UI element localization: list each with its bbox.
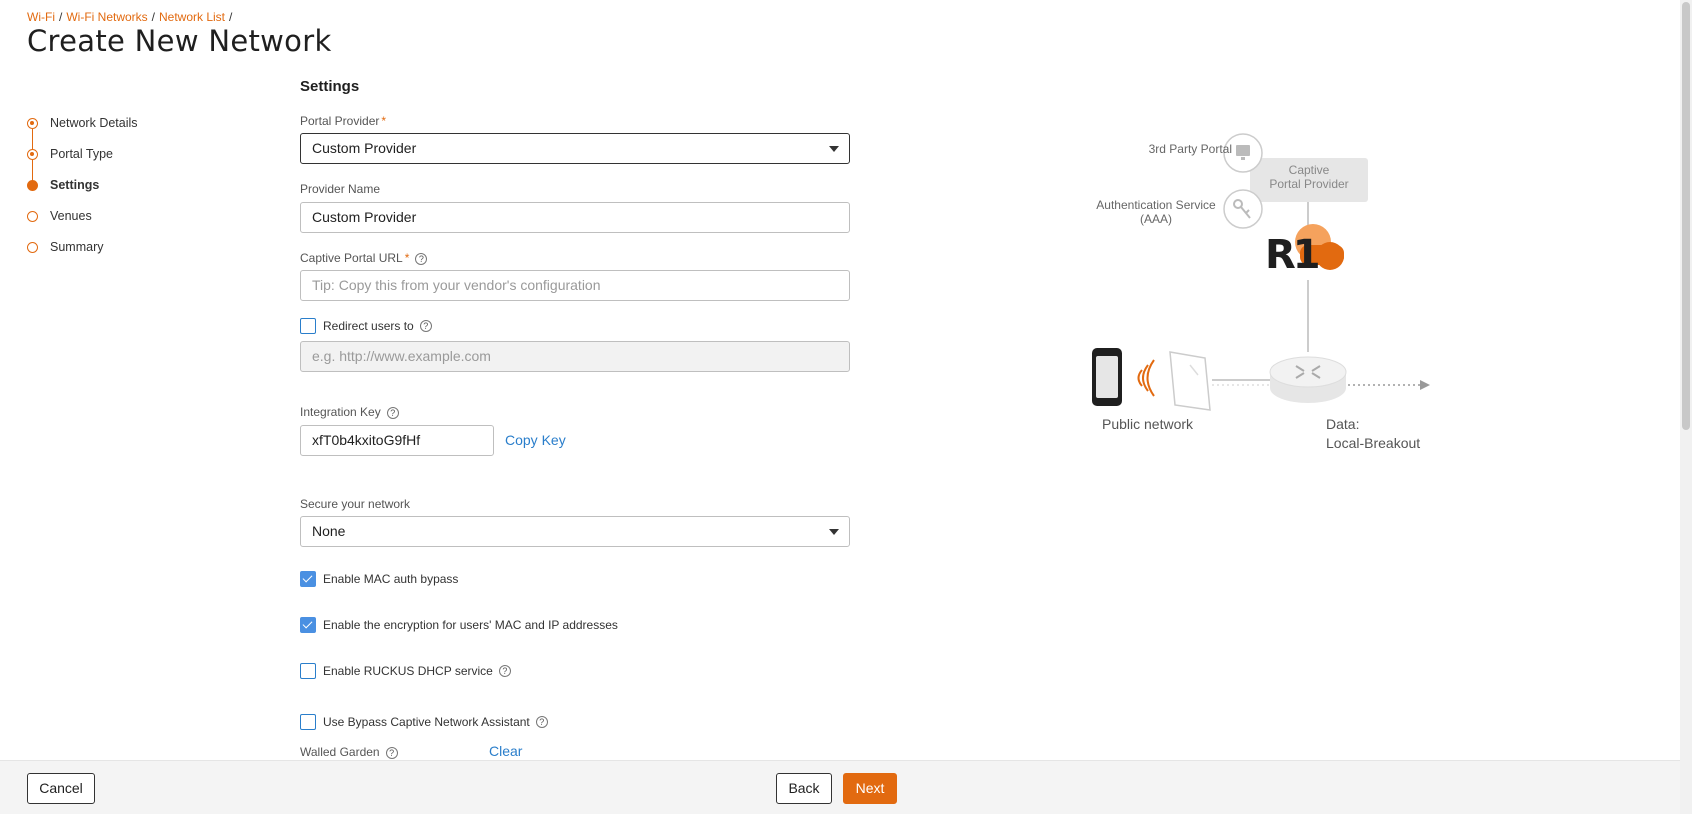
dhcp-row[interactable]: Enable RUCKUS DHCP service ?: [300, 663, 511, 679]
step-pending-dot: [27, 211, 38, 222]
copy-key-link[interactable]: Copy Key: [505, 432, 566, 448]
back-button[interactable]: Back: [776, 773, 832, 804]
settings-title: Settings: [300, 78, 360, 95]
scrollbar-thumb[interactable]: [1682, 2, 1690, 430]
page-scrollbar[interactable]: [1680, 0, 1692, 814]
help-icon[interactable]: ?: [415, 252, 428, 265]
step-label: Venues: [50, 209, 92, 223]
breadcrumb-separator: /: [58, 10, 63, 24]
network-diagram: R1 3rd Party Portal Authentication Servi…: [1080, 120, 1460, 460]
step-pending-dot: [27, 242, 38, 253]
router-icon: [1269, 356, 1347, 403]
bypass-cna-checkbox[interactable]: [300, 714, 316, 730]
secure-network-value: None: [312, 523, 346, 539]
wifi-signal-icon: [1137, 359, 1155, 397]
auth-service-label: Authentication Service (AAA): [1096, 198, 1216, 226]
data-breakout-label: Data: Local-Breakout: [1326, 416, 1421, 451]
cancel-button[interactable]: Cancel: [27, 773, 95, 804]
step-done-dot: [27, 149, 38, 160]
step-label: Settings: [50, 178, 100, 192]
breadcrumb: Wi-Fi / Wi-Fi Networks / Network List /: [27, 10, 236, 24]
help-icon[interactable]: ?: [419, 320, 432, 332]
redirect-users-checkbox[interactable]: [300, 318, 316, 334]
step-label: Portal Type: [50, 147, 114, 161]
key-icon: [1223, 189, 1263, 229]
page-title: Create New Network: [27, 24, 332, 58]
redirect-url-input: e.g. http://www.example.com: [300, 341, 850, 372]
walled-garden-label: Walled Garden?: [300, 745, 398, 759]
caret-down-icon: [829, 529, 839, 535]
captive-portal-label: Captive Portal Provider: [1269, 163, 1349, 191]
logo-r1-text: R1: [1265, 232, 1319, 278]
captive-portal-url-input[interactable]: Tip: Copy this from your vendor's config…: [300, 270, 850, 301]
r1-cloud-logo: R1: [1265, 224, 1344, 278]
breadcrumb-network-list[interactable]: Network List: [159, 10, 225, 24]
wizard-footer: Cancel Back Next: [0, 760, 1680, 814]
third-party-portal-label: 3rd Party Portal: [1148, 142, 1232, 156]
captive-portal-url-label: Captive Portal URL *?: [300, 251, 428, 265]
breadcrumb-separator: /: [151, 10, 155, 24]
provider-name-label: Provider Name: [300, 182, 381, 196]
redirect-users-label: Redirect users to: [323, 319, 414, 333]
help-icon[interactable]: ?: [535, 716, 548, 728]
mac-auth-bypass-checkbox[interactable]: [300, 571, 316, 587]
arrow-right-icon: [1420, 380, 1430, 390]
integration-key-input[interactable]: xfT0b4kxitoG9fHf: [300, 425, 494, 456]
mac-auth-bypass-row[interactable]: Enable MAC auth bypass: [300, 571, 458, 587]
encryption-checkbox[interactable]: [300, 617, 316, 633]
help-icon[interactable]: ?: [385, 746, 398, 759]
caret-down-icon: [829, 146, 839, 152]
next-button[interactable]: Next: [843, 773, 897, 804]
access-point-icon: [1169, 351, 1211, 411]
dhcp-label: Enable RUCKUS DHCP service: [323, 664, 493, 678]
secure-network-label: Secure your network: [300, 497, 411, 511]
encryption-row[interactable]: Enable the encryption for users' MAC and…: [300, 617, 618, 633]
step-label: Summary: [50, 240, 104, 254]
integration-key-label: Integration Key?: [300, 405, 399, 419]
step-active-dot: [27, 180, 38, 191]
step-label: Network Details: [50, 116, 138, 130]
breadcrumb-wifi[interactable]: Wi-Fi: [27, 10, 55, 24]
help-icon[interactable]: ?: [386, 406, 399, 419]
breadcrumb-separator: /: [229, 10, 233, 24]
provider-name-input[interactable]: Custom Provider: [300, 202, 850, 233]
secure-network-select[interactable]: None: [300, 516, 850, 547]
phone-icon: [1092, 348, 1122, 406]
public-network-label: Public network: [1102, 416, 1194, 432]
breadcrumb-wifi-networks[interactable]: Wi-Fi Networks: [66, 10, 147, 24]
dhcp-checkbox[interactable]: [300, 663, 316, 679]
portal-provider-value: Custom Provider: [312, 140, 417, 156]
mac-auth-bypass-label: Enable MAC auth bypass: [323, 572, 459, 586]
step-done-dot: [27, 118, 38, 129]
portal-provider-select[interactable]: Custom Provider: [300, 133, 850, 164]
encryption-label: Enable the encryption for users' MAC and…: [323, 618, 618, 632]
bypass-cna-label: Use Bypass Captive Network Assistant: [323, 715, 530, 729]
walled-garden-clear-link[interactable]: Clear: [489, 743, 522, 759]
portal-provider-label: Portal Provider *: [300, 114, 387, 128]
bypass-cna-row[interactable]: Use Bypass Captive Network Assistant ?: [300, 714, 548, 730]
help-icon[interactable]: ?: [498, 665, 511, 677]
redirect-users-checkbox-row[interactable]: Redirect users to ?: [300, 318, 432, 334]
